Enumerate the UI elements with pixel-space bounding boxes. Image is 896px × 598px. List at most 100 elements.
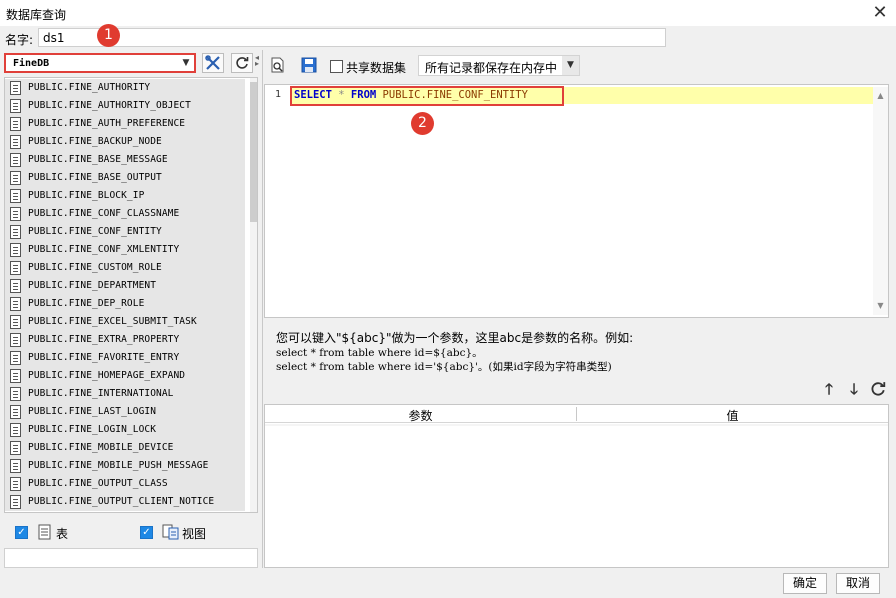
chevron-down-icon: ▼ bbox=[182, 58, 190, 68]
table-name: PUBLIC.FINE_BASE_OUTPUT bbox=[28, 172, 162, 183]
connection-value: FineDB bbox=[13, 58, 50, 69]
table-name: PUBLIC.FINE_CONF_CLASSNAME bbox=[28, 208, 180, 219]
list-item[interactable]: PUBLIC.FINE_OUTPUT_CLASS bbox=[5, 475, 245, 493]
sql-table-name: PUBLIC.FINE_CONF_ENTITY bbox=[382, 89, 528, 101]
list-scrollbar-thumb[interactable] bbox=[250, 82, 257, 222]
table-icon bbox=[10, 369, 21, 383]
list-item[interactable]: PUBLIC.FINE_FAVORITE_ENTRY bbox=[5, 349, 245, 367]
save-button[interactable] bbox=[301, 57, 319, 75]
chevron-down-icon: ▼ bbox=[562, 56, 579, 75]
line-number: 1 bbox=[275, 89, 282, 100]
name-input[interactable] bbox=[38, 28, 666, 47]
list-item[interactable]: PUBLIC.FINE_CONF_CLASSNAME bbox=[5, 205, 245, 223]
table-name: PUBLIC.FINE_CONF_ENTITY bbox=[28, 226, 162, 237]
connection-select[interactable]: FineDB ▼ bbox=[4, 53, 196, 73]
table-name: PUBLIC.FINE_BLOCK_IP bbox=[28, 190, 145, 201]
table-icon bbox=[10, 315, 21, 329]
table-name: PUBLIC.FINE_BASE_MESSAGE bbox=[28, 154, 168, 165]
list-item[interactable]: PUBLIC.FINE_EXTRA_PROPERTY bbox=[5, 331, 245, 349]
list-item[interactable]: PUBLIC.FINE_MOBILE_PUSH_MESSAGE bbox=[5, 457, 245, 475]
list-item[interactable]: PUBLIC.FINE_MOBILE_DEVICE bbox=[5, 439, 245, 457]
table-icon bbox=[10, 117, 21, 131]
cancel-button[interactable]: 取消 bbox=[836, 573, 880, 594]
list-item[interactable]: PUBLIC.FINE_OUTPUT_CLIENT_NOTICE bbox=[5, 493, 245, 511]
table-name: PUBLIC.FINE_BACKUP_NODE bbox=[28, 136, 162, 147]
list-item[interactable]: PUBLIC.FINE_CONF_XMLENTITY bbox=[5, 241, 245, 259]
list-item[interactable]: PUBLIC.FINE_BACKUP_NODE bbox=[5, 133, 245, 151]
list-item[interactable]: PUBLIC.FINE_AUTHORITY bbox=[5, 79, 245, 97]
table-icon bbox=[10, 297, 21, 311]
parameter-hint-line3: select * from table where id='${abc}'。(如… bbox=[276, 361, 612, 373]
parameter-table[interactable]: 参数 值 bbox=[264, 404, 889, 568]
name-label: 名字: bbox=[5, 33, 34, 47]
param-column-header: 参数 bbox=[408, 409, 433, 423]
memory-mode-value: 所有记录都保存在内存中 bbox=[425, 61, 558, 75]
memory-mode-select[interactable]: 所有记录都保存在内存中 ▼ bbox=[418, 55, 580, 76]
refresh-icon bbox=[871, 382, 886, 396]
table-icon bbox=[10, 441, 21, 455]
table-name: PUBLIC.FINE_HOMEPAGE_EXPAND bbox=[28, 370, 186, 381]
table-name: PUBLIC.FINE_INTERNATIONAL bbox=[28, 388, 174, 399]
list-item[interactable]: PUBLIC.FINE_BLOCK_IP bbox=[5, 187, 245, 205]
sql-text[interactable]: SELECT * FROM PUBLIC.FINE_CONF_ENTITY bbox=[294, 89, 528, 101]
parameter-hint-line2: select * from table where id=${abc}。 bbox=[276, 347, 483, 359]
list-item[interactable]: PUBLIC.FINE_EXCEL_SUBMIT_TASK bbox=[5, 313, 245, 331]
table-icon bbox=[10, 153, 21, 167]
list-item[interactable]: PUBLIC.FINE_BASE_MESSAGE bbox=[5, 151, 245, 169]
table-icon bbox=[10, 495, 21, 509]
editor-scrollbar[interactable] bbox=[873, 87, 888, 315]
scroll-up-icon[interactable]: ▲ bbox=[873, 89, 888, 103]
list-item[interactable]: PUBLIC.FINE_DEPARTMENT bbox=[5, 277, 245, 295]
list-item[interactable]: PUBLIC.FINE_DEP_ROLE bbox=[5, 295, 245, 313]
table-icon bbox=[10, 279, 21, 293]
preview-icon bbox=[271, 57, 284, 73]
table-icon bbox=[10, 477, 21, 491]
list-item[interactable]: PUBLIC.FINE_AUTHORITY_OBJECT bbox=[5, 97, 245, 115]
ok-button[interactable]: 确定 bbox=[783, 573, 827, 594]
table-list[interactable]: PUBLIC.FINE_AUTHORITY PUBLIC.FINE_AUTHORI… bbox=[4, 77, 258, 513]
sql-keyword-from: FROM bbox=[350, 89, 377, 101]
refresh-connection-button[interactable] bbox=[231, 53, 253, 73]
edit-connection-button[interactable] bbox=[202, 53, 224, 73]
table-icon bbox=[10, 405, 21, 419]
move-up-button[interactable]: 🡑 bbox=[820, 380, 838, 398]
preview-button[interactable] bbox=[270, 57, 288, 75]
table-name: PUBLIC.FINE_DEP_ROLE bbox=[28, 298, 145, 309]
panel-divider[interactable] bbox=[262, 50, 263, 568]
list-item[interactable]: PUBLIC.FINE_LAST_LOGIN bbox=[5, 403, 245, 421]
table-filter-checkbox[interactable]: ✓ bbox=[15, 526, 28, 539]
table-icon bbox=[10, 459, 21, 473]
table-icon bbox=[38, 524, 51, 540]
view-filter-label: 视图 bbox=[182, 527, 207, 541]
table-name: PUBLIC.FINE_FAVORITE_ENTRY bbox=[28, 352, 180, 363]
list-item[interactable]: PUBLIC.FINE_CONF_ENTITY bbox=[5, 223, 245, 241]
sql-keyword-select: SELECT bbox=[294, 89, 332, 101]
list-item[interactable]: PUBLIC.FINE_BASE_OUTPUT bbox=[5, 169, 245, 187]
view-icon bbox=[162, 524, 179, 540]
list-item[interactable]: PUBLIC.FINE_LOGIN_LOCK bbox=[5, 421, 245, 439]
share-dataset-checkbox[interactable] bbox=[330, 60, 343, 73]
table-name: PUBLIC.FINE_OUTPUT_CLASS bbox=[28, 478, 168, 489]
table-name: PUBLIC.FINE_MOBILE_DEVICE bbox=[28, 442, 174, 453]
view-filter-checkbox[interactable]: ✓ bbox=[140, 526, 153, 539]
list-item[interactable]: PUBLIC.FINE_HOMEPAGE_EXPAND bbox=[5, 367, 245, 385]
table-icon bbox=[10, 81, 21, 95]
table-icon bbox=[10, 99, 21, 113]
table-search-input[interactable] bbox=[4, 548, 258, 568]
table-name: PUBLIC.FINE_AUTHORITY bbox=[28, 82, 151, 93]
list-item[interactable]: PUBLIC.FINE_INTERNATIONAL bbox=[5, 385, 245, 403]
table-name: PUBLIC.FINE_CUSTOM_ROLE bbox=[28, 262, 162, 273]
table-filter-label: 表 bbox=[56, 527, 69, 541]
collapse-handle[interactable]: ◂ ▸ bbox=[255, 54, 259, 68]
sql-editor[interactable]: 1 SELECT * FROM PUBLIC.FINE_CONF_ENTITY … bbox=[264, 84, 889, 318]
close-button[interactable]: ✕ bbox=[868, 2, 892, 24]
list-item[interactable]: PUBLIC.FINE_AUTH_PREFERENCE bbox=[5, 115, 245, 133]
scroll-down-icon[interactable]: ▼ bbox=[873, 299, 888, 313]
refresh-params-button[interactable] bbox=[870, 381, 888, 399]
parameter-hint-line1: 您可以键入"${abc}"做为一个参数，这里abc是参数的名称。例如: bbox=[276, 331, 634, 345]
table-icon bbox=[10, 171, 21, 185]
list-item[interactable]: PUBLIC.FINE_CUSTOM_ROLE bbox=[5, 259, 245, 277]
move-down-button[interactable]: 🡓 bbox=[845, 380, 863, 398]
line-gutter bbox=[265, 85, 291, 317]
save-icon bbox=[301, 57, 317, 73]
